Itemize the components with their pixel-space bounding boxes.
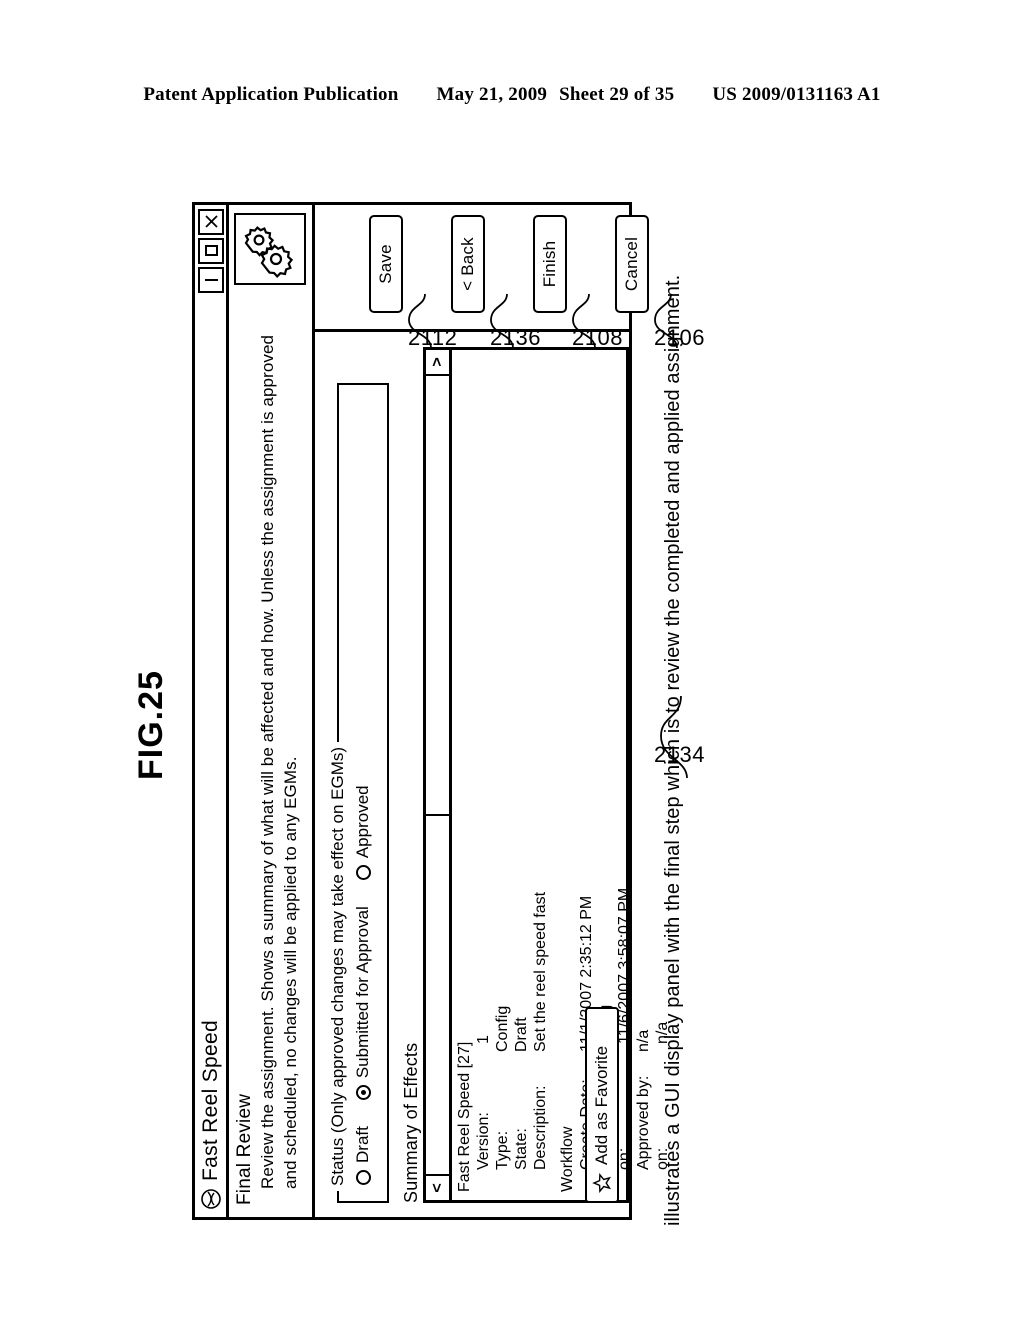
window-client-area: Final Review Review the assignment. Show…: [229, 205, 671, 1217]
finish-button[interactable]: Finish: [533, 215, 567, 313]
globe-icon: [200, 1188, 222, 1210]
gears-icon: [234, 213, 306, 285]
document-number: US 2009/0131163 A1: [712, 84, 881, 105]
banner-heading: Final Review: [234, 1093, 255, 1205]
add-as-favorite-button[interactable]: Add as Favorite: [585, 1007, 619, 1203]
field-approved-by-value: n/a: [634, 1029, 652, 1052]
add-as-favorite-label: Add as Favorite: [592, 1045, 611, 1165]
figure-stage: illustrates a GUI display panel with the…: [132, 150, 832, 1250]
radio-draft-indicator: [355, 1170, 371, 1185]
status-legend: Status (Only approved changes may take e…: [328, 741, 348, 1191]
patent-page-header: Patent Application Publication May 21, 20…: [0, 84, 1024, 106]
radio-submitted-for-approval[interactable]: Submitted for Approval: [353, 906, 373, 1101]
field-version: Version: 1: [475, 358, 494, 1192]
field-description-value: Set the reel speed fast: [531, 891, 549, 1052]
radio-approved-label: Approved: [353, 785, 372, 859]
summary-of-effects-label: Summary of Effects: [401, 1042, 421, 1203]
final-review-banner: Final Review Review the assignment. Show…: [229, 205, 315, 1217]
scrollbar-track[interactable]: [426, 376, 449, 814]
status-groupbox: Status (Only approved changes may take e…: [328, 383, 389, 1203]
application-window: Fast Reel Speed Final Review Review the …: [192, 202, 671, 1220]
horizontal-scrollbar[interactable]: < >: [426, 350, 452, 1200]
window-body: Status (Only approved changes may take e…: [315, 205, 671, 1217]
window-controls: [198, 209, 224, 293]
sheet-number: Sheet 29 of 35: [559, 84, 675, 105]
window-titlebar: Fast Reel Speed: [195, 205, 229, 1217]
effect-title: Fast Reel Speed [27]: [456, 1041, 473, 1192]
field-state-value: Draft: [512, 1017, 530, 1052]
minimize-icon: [204, 279, 218, 281]
content-pane: Status (Only approved changes may take e…: [315, 329, 671, 1217]
field-state-key: State:: [512, 1128, 530, 1170]
leader-line-2134: [660, 695, 688, 779]
banner-description: Review the assignment. Shows a summary o…: [258, 334, 300, 1189]
field-description: Description: Set the reel speed fast: [532, 358, 551, 1192]
radio-draft[interactable]: Draft: [353, 1126, 373, 1185]
scroll-left-arrow-icon[interactable]: <: [426, 1174, 449, 1200]
maximize-button[interactable]: [198, 238, 224, 264]
close-icon: [204, 215, 218, 229]
field-version-key: Version:: [474, 1112, 492, 1170]
field-description-key: Description:: [531, 1085, 549, 1170]
publication-label: Patent Application Publication: [143, 84, 399, 105]
leader-line-2108: [572, 293, 596, 349]
scroll-right-arrow-icon[interactable]: >: [426, 350, 449, 376]
radio-approved-indicator: [355, 865, 371, 881]
radio-submitted-indicator: [355, 1085, 371, 1101]
field-type: Type: Config: [494, 358, 513, 1192]
status-radio-group: Draft Submitted for Approval Approved: [353, 785, 373, 1185]
leader-line-2136: [490, 293, 514, 349]
scrollbar-thumb[interactable]: [426, 814, 449, 1174]
field-type-value: Config: [493, 1005, 511, 1052]
field-version-value: 1: [474, 1035, 492, 1044]
close-button[interactable]: [198, 209, 224, 235]
leader-line-2112: [408, 293, 432, 349]
radio-approved[interactable]: Approved: [353, 785, 373, 881]
figure-label: FIG.25: [132, 670, 170, 780]
minimize-button[interactable]: [198, 267, 224, 293]
field-approved-on-key: on:: [653, 1147, 671, 1170]
radio-draft-label: Draft: [353, 1126, 372, 1163]
publication-date: May 21, 2009: [436, 84, 548, 105]
leader-line-2106: [654, 293, 678, 349]
field-approved-by-key: Approved by:: [634, 1075, 652, 1170]
workflow-heading: Workflow: [559, 1126, 577, 1193]
maximize-icon: [204, 245, 218, 257]
radio-submitted-label: Submitted for Approval: [353, 906, 372, 1079]
back-button[interactable]: < Back: [451, 215, 485, 313]
cancel-button[interactable]: Cancel: [615, 215, 649, 313]
window-title: Fast Reel Speed: [199, 1020, 222, 1181]
star-icon: [592, 1173, 612, 1193]
field-type-key: Type:: [493, 1130, 511, 1170]
save-button[interactable]: Save: [369, 215, 403, 313]
field-state: State: Draft: [513, 358, 532, 1192]
field-approved-on-value: n/a: [653, 1021, 671, 1044]
